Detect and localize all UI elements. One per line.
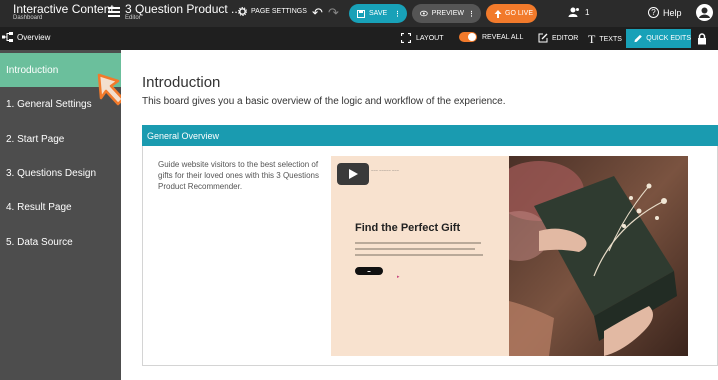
user-count: 1 bbox=[585, 7, 590, 17]
app-title[interactable]: Interactive Content bbox=[13, 3, 114, 15]
help-icon: ? bbox=[648, 7, 659, 18]
reveal-all-label: REVEAL ALL bbox=[482, 33, 524, 41]
save-options-icon[interactable]: ⋮ bbox=[394, 10, 401, 18]
editor-label: EDITOR bbox=[552, 34, 579, 42]
play-icon[interactable] bbox=[337, 163, 369, 185]
panel-title: General Overview bbox=[147, 130, 220, 141]
preview-label: PREVIEW bbox=[431, 10, 464, 17]
users-indicator[interactable]: 1 bbox=[568, 7, 589, 17]
layout-icon bbox=[401, 33, 411, 43]
reveal-all-switch[interactable] bbox=[459, 32, 477, 42]
sidebar-item-data-source[interactable]: 5. Data Source bbox=[0, 225, 121, 259]
menu-icon[interactable] bbox=[108, 7, 120, 17]
gift-photo bbox=[509, 156, 688, 356]
quick-edits-label: QUICK EDITS bbox=[646, 35, 691, 42]
save-label: SAVE bbox=[369, 10, 388, 17]
panel-description: Guide website visitors to the best selec… bbox=[158, 160, 319, 191]
top-bar: Interactive Content Dashboard 3 Question… bbox=[0, 0, 718, 27]
reveal-all-toggle[interactable]: REVEAL ALL bbox=[459, 32, 523, 42]
video-cursor-mark: ▸ bbox=[397, 274, 400, 280]
video-text-line bbox=[355, 248, 475, 250]
help-button[interactable]: ? Help bbox=[648, 7, 682, 18]
eye-icon bbox=[420, 10, 428, 17]
lock-icon[interactable] bbox=[697, 32, 707, 45]
video-heading: Find the Perfect Gift bbox=[355, 222, 461, 234]
project-title[interactable]: 3 Question Product ... bbox=[125, 3, 241, 15]
sidebar-item-result-page[interactable]: 4. Result Page bbox=[0, 190, 121, 224]
preview-options-icon[interactable]: ⋮ bbox=[468, 10, 475, 18]
overview-button[interactable]: Overview bbox=[2, 32, 50, 42]
page-title: Introduction bbox=[142, 74, 221, 91]
account-icon[interactable] bbox=[696, 4, 713, 21]
save-icon bbox=[357, 9, 365, 18]
overview-label: Overview bbox=[17, 32, 51, 42]
undo-icon[interactable]: ↶ bbox=[312, 5, 323, 21]
go-live-button[interactable]: GO LIVE bbox=[486, 4, 537, 23]
texts-label: TEXTS bbox=[599, 36, 622, 43]
preview-button[interactable]: PREVIEW ⋮ bbox=[412, 4, 481, 23]
upload-icon bbox=[494, 9, 502, 18]
pencil-icon bbox=[634, 34, 642, 43]
general-overview-panel: Guide website visitors to the best selec… bbox=[142, 146, 718, 366]
layout-label: LAYOUT bbox=[416, 34, 444, 42]
video-left-pane: ~~~ ~~~~~ ~~~ Find the Perfect Gift ▬ ▸ bbox=[331, 156, 509, 356]
page-settings-label: PAGE SETTINGS bbox=[251, 8, 307, 15]
video-small-text: ~~~ ~~~~~ ~~~ bbox=[371, 168, 399, 173]
video-player[interactable]: ~~~ ~~~~~ ~~~ Find the Perfect Gift ▬ ▸ bbox=[331, 156, 688, 356]
editor-toolbar: Overview LAYOUT REVEAL ALL EDITOR T TEXT… bbox=[0, 27, 718, 50]
editor-button[interactable]: EDITOR bbox=[538, 33, 578, 43]
overview-icon bbox=[2, 32, 13, 42]
users-icon bbox=[568, 7, 579, 17]
page-settings-button[interactable]: PAGE SETTINGS bbox=[238, 7, 307, 16]
layout-button[interactable]: LAYOUT bbox=[401, 33, 444, 43]
sidebar-item-questions-design[interactable]: 3. Questions Design bbox=[0, 156, 121, 190]
quick-edits-button[interactable]: QUICK EDITS bbox=[626, 29, 691, 48]
help-label: Help bbox=[663, 7, 682, 18]
editor-icon bbox=[538, 33, 548, 43]
page-description: This board gives you a basic overview of… bbox=[142, 96, 506, 107]
project-subtitle: Editor bbox=[125, 15, 141, 21]
video-text-line bbox=[355, 254, 483, 256]
texts-button[interactable]: T TEXTS bbox=[588, 32, 622, 47]
panel-header: General Overview bbox=[142, 125, 718, 146]
sidebar-item-start-page[interactable]: 2. Start Page bbox=[0, 122, 121, 156]
gear-icon bbox=[238, 7, 247, 16]
main-content: Introduction This board gives you a basi… bbox=[121, 50, 718, 380]
video-text-line bbox=[355, 242, 481, 244]
text-icon: T bbox=[588, 32, 596, 46]
video-cta-button: ▬ bbox=[355, 267, 383, 275]
save-button[interactable]: SAVE ⋮ bbox=[349, 4, 407, 23]
app-subtitle: Dashboard bbox=[13, 15, 43, 21]
go-live-label: GO LIVE bbox=[505, 10, 534, 17]
redo-icon[interactable]: ↷ bbox=[328, 5, 339, 21]
